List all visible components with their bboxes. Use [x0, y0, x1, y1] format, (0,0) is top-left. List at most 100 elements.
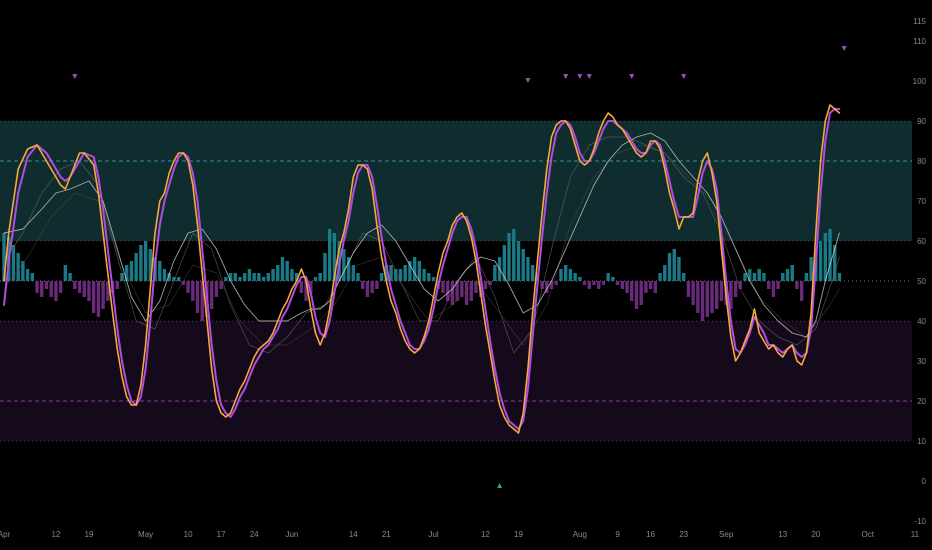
histogram-bar [809, 257, 813, 281]
histogram-bar [799, 281, 804, 301]
histogram-bar [77, 281, 82, 293]
histogram-bar [96, 281, 101, 317]
histogram-bar [68, 273, 72, 281]
histogram-bar [11, 245, 16, 281]
histogram-bar [243, 273, 247, 281]
histogram-bar [795, 281, 799, 289]
histogram-bar [228, 273, 233, 281]
histogram-bar [667, 253, 672, 281]
x-tick-label: 11 [911, 530, 920, 539]
histogram-bar [677, 257, 681, 281]
histogram-bar [356, 273, 360, 281]
x-tick-label: Jul [428, 530, 438, 539]
histogram-bar [412, 257, 417, 281]
histogram-bar [285, 261, 289, 281]
histogram-bar [158, 261, 162, 281]
stochastic-oscillator-chart: -10 0 10 20 30 40 50 60 70 80 90 100 110 115 Apr 12 19 M… [0, 0, 932, 550]
y-tick-label: 10 [917, 437, 926, 446]
histogram-bar [696, 281, 700, 313]
y-tick-label: 80 [917, 157, 926, 166]
histogram-bar [21, 261, 25, 281]
histogram-bar [719, 281, 724, 301]
histogram-bar [625, 281, 629, 293]
histogram-bar [776, 281, 780, 289]
histogram-bar [209, 281, 214, 309]
histogram-bar [615, 281, 620, 285]
histogram-bar [422, 269, 426, 281]
x-tick-label: Aug [573, 530, 587, 539]
histogram-bar [266, 273, 271, 281]
histogram-bar [592, 281, 596, 285]
histogram-bar [143, 241, 148, 281]
histogram-bar [290, 269, 294, 281]
histogram-bar [40, 281, 44, 297]
histogram-bar [563, 265, 568, 281]
histogram-bar [44, 281, 49, 289]
histogram-bar [375, 281, 379, 289]
histogram-bar [493, 265, 497, 281]
y-tick-label: 0 [922, 477, 927, 486]
histogram-bar [573, 273, 577, 281]
x-tick-label: 19 [85, 530, 94, 539]
histogram-bar [224, 277, 228, 281]
histogram-bar [469, 281, 473, 301]
histogram-bar [191, 281, 195, 301]
histogram-bar [247, 269, 252, 281]
x-tick-label: 21 [382, 530, 391, 539]
histogram-bar [634, 281, 639, 309]
histogram-bar [361, 281, 365, 289]
histogram-bar [91, 281, 96, 313]
histogram-bar [63, 265, 68, 281]
histogram-bar [261, 277, 266, 281]
histogram-bar [781, 273, 785, 281]
x-tick-label: May [138, 530, 153, 539]
histogram-bar [139, 245, 143, 281]
histogram-bar [512, 229, 516, 281]
histogram-bar [186, 281, 190, 293]
x-tick-label: 13 [778, 530, 787, 539]
histogram-bar [214, 281, 219, 297]
histogram-bar [35, 281, 39, 293]
histogram-bar [313, 277, 318, 281]
histogram-bar [87, 281, 91, 301]
histogram-bar [483, 281, 488, 289]
x-tick-label: 10 [184, 530, 193, 539]
histogram-bar [379, 273, 384, 281]
histogram-bar [530, 265, 535, 281]
histogram-bar [790, 265, 794, 281]
x-tick-label: 23 [679, 530, 688, 539]
x-tick-label: 16 [646, 530, 655, 539]
histogram-bar [101, 281, 105, 309]
histogram-bar [365, 281, 370, 297]
histogram-bar [327, 229, 332, 281]
y-tick-label: -10 [914, 517, 926, 526]
histogram-bar [606, 273, 610, 281]
histogram-bar [762, 273, 766, 281]
histogram-bar [691, 281, 695, 305]
x-tick-label: 20 [811, 530, 820, 539]
histogram-bar [837, 273, 842, 281]
histogram-bar [648, 281, 653, 289]
histogram-bar [54, 281, 58, 301]
x-tick-label: Oct [862, 530, 875, 539]
histogram-bar [280, 257, 285, 281]
histogram-bar [700, 281, 705, 321]
histogram-bar [464, 281, 469, 305]
histogram-bar [818, 241, 823, 281]
histogram-bar [785, 269, 790, 281]
zone-band-1 [0, 321, 912, 441]
histogram-bar [653, 281, 658, 293]
histogram-bar [644, 281, 648, 293]
histogram-bar [554, 281, 558, 285]
y-tick-label: 20 [917, 397, 926, 406]
histogram-bar [823, 233, 827, 281]
histogram-bar [431, 277, 436, 281]
x-tick-label: Jun [285, 530, 298, 539]
y-tick-label: 90 [917, 117, 926, 126]
histogram-bar [25, 269, 30, 281]
histogram-bar [681, 273, 686, 281]
histogram-bar [686, 281, 691, 297]
histogram-bar [370, 281, 374, 293]
histogram-bar [757, 269, 761, 281]
x-tick-label: 12 [481, 530, 490, 539]
